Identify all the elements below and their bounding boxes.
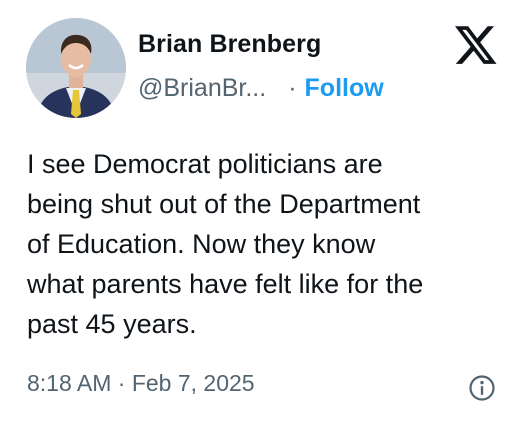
tweet-text: I see Democrat politicians are being shu…	[27, 144, 507, 344]
author-display-name[interactable]: Brian Brenberg	[138, 30, 321, 59]
x-logo-icon[interactable]	[455, 26, 498, 66]
tweet-text-line: what parents have felt like for the	[27, 269, 424, 299]
tweet-card: Brian Brenberg @BrianBr... · Follow I se…	[0, 0, 517, 425]
author-handle-row: @BrianBr... · Follow	[138, 74, 384, 103]
avatar[interactable]	[26, 18, 126, 118]
tweet-text-line: past 45 years.	[27, 309, 197, 339]
author-handle[interactable]: @BrianBr...	[138, 74, 266, 103]
tweet-text-line: being shut out of the Department	[27, 189, 421, 219]
tweet-text-line: I see Democrat politicians are	[27, 149, 383, 179]
follow-button[interactable]: Follow	[305, 74, 384, 103]
info-icon[interactable]	[468, 374, 496, 402]
tweet-timestamp[interactable]: 8:18 AM · Feb 7, 2025	[27, 370, 255, 397]
separator-dot: ·	[288, 74, 297, 102]
avatar-photo	[26, 18, 126, 118]
tweet-text-line: of Education. Now they know	[27, 229, 376, 259]
